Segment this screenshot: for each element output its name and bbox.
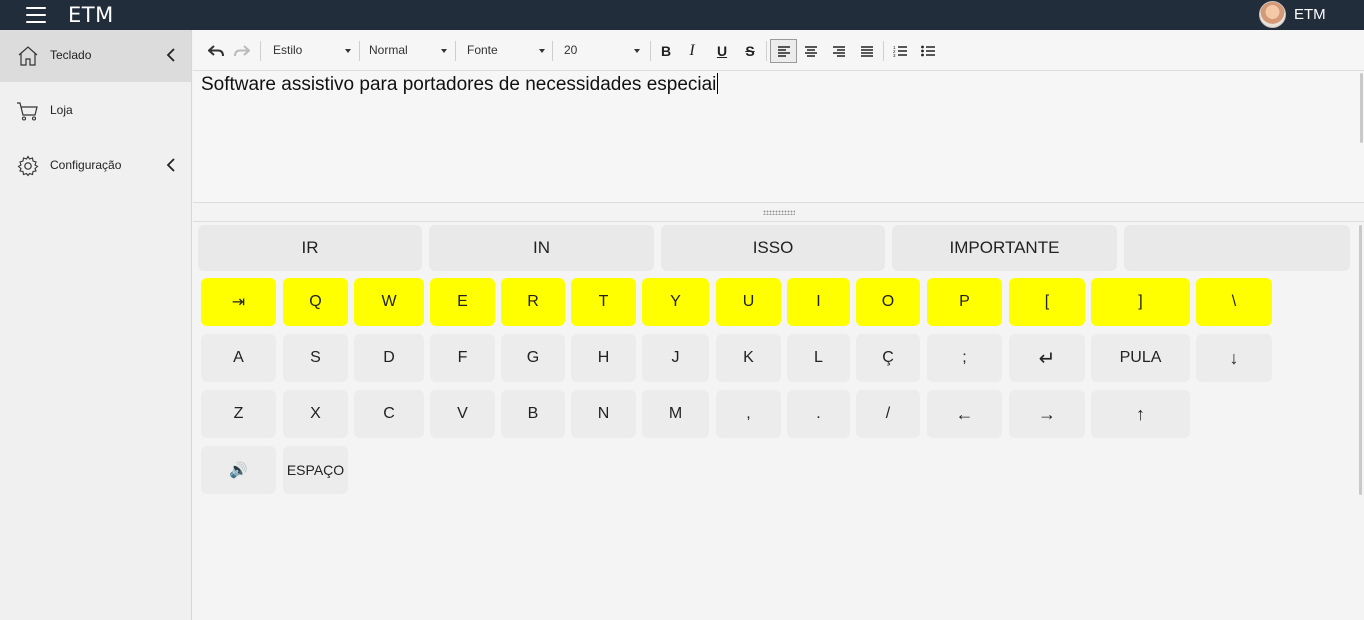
- sidebar-item-teclado[interactable]: Teclado: [0, 30, 191, 82]
- key-j[interactable]: J: [642, 334, 709, 382]
- speaker-icon[interactable]: 🔊: [201, 446, 276, 494]
- home-icon: [18, 46, 38, 66]
- key-backslash[interactable]: \: [1196, 278, 1272, 326]
- key-t[interactable]: T: [571, 278, 636, 326]
- sidebar-item-loja[interactable]: Loja: [0, 85, 191, 137]
- key-open-bracket[interactable]: [: [1009, 278, 1085, 326]
- app-title: ETM: [68, 3, 114, 27]
- bullet-list-icon[interactable]: [917, 40, 939, 62]
- editor-content[interactable]: Software assistivo para portadores de ne…: [201, 73, 719, 96]
- strike-button[interactable]: S: [739, 40, 761, 62]
- font-select[interactable]: Fonte: [467, 43, 545, 59]
- key-arrow-left[interactable]: ←: [927, 390, 1002, 438]
- key-f[interactable]: F: [430, 334, 495, 382]
- key-arrow-up[interactable]: ↑: [1091, 390, 1190, 438]
- align-right-icon[interactable]: [828, 40, 850, 62]
- suggestion-2[interactable]: IN: [429, 225, 654, 271]
- virtual-keyboard: IR IN ISSO IMPORTANTE ⇥ Q W E R T Y U I …: [193, 222, 1364, 620]
- font-size-select[interactable]: 20: [564, 43, 640, 59]
- key-w[interactable]: W: [354, 278, 424, 326]
- gear-icon: [17, 155, 39, 177]
- key-q[interactable]: Q: [283, 278, 348, 326]
- key-arrow-down[interactable]: ↓: [1196, 334, 1272, 382]
- avatar[interactable]: [1259, 1, 1286, 28]
- text-cursor: [717, 73, 719, 94]
- key-semicolon[interactable]: ;: [927, 334, 1002, 382]
- key-n[interactable]: N: [571, 390, 636, 438]
- key-close-bracket[interactable]: ]: [1091, 278, 1190, 326]
- suggestion-4[interactable]: IMPORTANTE: [892, 225, 1117, 271]
- key-x[interactable]: X: [283, 390, 348, 438]
- key-h[interactable]: H: [571, 334, 636, 382]
- key-comma[interactable]: ,: [716, 390, 781, 438]
- key-d[interactable]: D: [354, 334, 424, 382]
- bold-button[interactable]: B: [655, 40, 677, 62]
- key-o[interactable]: O: [856, 278, 920, 326]
- menu-icon[interactable]: [26, 7, 46, 23]
- sidebar-item-label: Teclado: [50, 48, 92, 62]
- key-pula[interactable]: PULA: [1091, 334, 1190, 382]
- key-k[interactable]: K: [716, 334, 781, 382]
- key-tab[interactable]: ⇥: [201, 278, 276, 326]
- key-m[interactable]: M: [642, 390, 709, 438]
- grip-icon: [763, 210, 795, 215]
- suggestion-3[interactable]: ISSO: [661, 225, 885, 271]
- key-r[interactable]: R: [501, 278, 565, 326]
- key-g[interactable]: G: [501, 334, 565, 382]
- undo-icon[interactable]: [205, 40, 227, 62]
- sidebar-item-label: Loja: [50, 103, 73, 117]
- key-space[interactable]: ESPAÇO: [283, 446, 348, 494]
- key-y[interactable]: Y: [642, 278, 709, 326]
- format-select[interactable]: Normal: [369, 43, 447, 59]
- sidebar: Teclado Loja Configuração: [0, 30, 192, 620]
- key-p[interactable]: P: [927, 278, 1002, 326]
- key-z[interactable]: Z: [201, 390, 276, 438]
- key-c-cedilla[interactable]: Ç: [856, 334, 920, 382]
- suggestion-5[interactable]: [1124, 225, 1350, 271]
- key-l[interactable]: L: [787, 334, 850, 382]
- suggestion-1[interactable]: IR: [198, 225, 422, 271]
- key-c[interactable]: C: [354, 390, 424, 438]
- numbered-list-icon[interactable]: 123: [889, 40, 911, 62]
- key-s[interactable]: S: [283, 334, 348, 382]
- editor-text: Software assistivo para portadores de ne…: [201, 74, 717, 95]
- align-center-icon[interactable]: [800, 40, 822, 62]
- style-select[interactable]: Estilo: [273, 43, 351, 59]
- editor-scrollbar[interactable]: [1360, 73, 1363, 143]
- key-period[interactable]: .: [787, 390, 850, 438]
- align-left-icon[interactable]: [770, 39, 797, 63]
- top-bar: ETM ETM: [0, 0, 1364, 30]
- text-editor: Estilo Normal Fonte 20 B I U S 123 Softw…: [193, 30, 1364, 220]
- key-arrow-right[interactable]: →: [1009, 390, 1085, 438]
- svg-text:3: 3: [893, 53, 896, 57]
- chevron-left-icon: [166, 158, 175, 172]
- key-i[interactable]: I: [787, 278, 850, 326]
- underline-button[interactable]: U: [711, 40, 733, 62]
- key-u[interactable]: U: [716, 278, 781, 326]
- user-name[interactable]: ETM: [1294, 6, 1326, 23]
- align-justify-icon[interactable]: [856, 40, 878, 62]
- chevron-left-icon: [166, 48, 175, 62]
- key-enter[interactable]: ↵: [1009, 334, 1085, 382]
- key-e[interactable]: E: [430, 278, 495, 326]
- key-v[interactable]: V: [430, 390, 495, 438]
- editor-toolbar: Estilo Normal Fonte 20 B I U S 123: [193, 30, 1364, 71]
- key-b[interactable]: B: [501, 390, 565, 438]
- redo-icon[interactable]: [231, 40, 253, 62]
- key-a[interactable]: A: [201, 334, 276, 382]
- italic-button[interactable]: I: [681, 40, 703, 62]
- sidebar-item-label: Configuração: [50, 158, 122, 172]
- editor-resize-handle[interactable]: [193, 202, 1364, 222]
- sidebar-item-configuracao[interactable]: Configuração: [0, 140, 191, 192]
- cart-icon: [17, 102, 38, 121]
- keyboard-scrollbar[interactable]: [1359, 225, 1362, 495]
- key-slash[interactable]: /: [856, 390, 920, 438]
